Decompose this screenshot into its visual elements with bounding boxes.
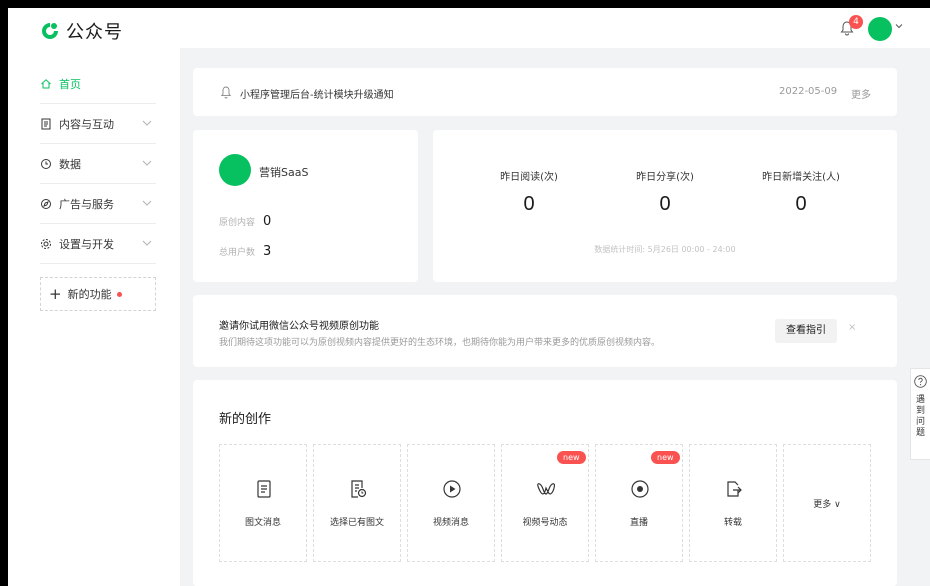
repost-tile[interactable]: 转载 (689, 444, 777, 562)
new-badge: new (651, 451, 680, 464)
chevron-down-icon (142, 240, 152, 246)
stat-value: 0 (795, 193, 807, 215)
article-icon (257, 480, 271, 498)
chevron-down-icon (142, 160, 152, 166)
view-guide-button[interactable]: 查看指引 (775, 319, 837, 343)
help-float-button[interactable]: 遇到问题 (910, 368, 930, 460)
stats-footnote: 数据统计时间: 5月26日 00:00 - 24:00 (594, 245, 736, 254)
sidebar-item-label: 广告与服务 (59, 197, 114, 211)
total-users-label: 总用户数 (219, 248, 256, 258)
notice-title-link[interactable]: 小程序管理后台-统计模块升级通知 (240, 86, 394, 101)
sidebar-item-label: 内容与互动 (59, 117, 114, 131)
invite-description: 我们期待这项功能可以为原创视频内容提供更好的生态环境，也期待你能为用户带来更多的… (219, 338, 661, 348)
new-creation-card: 新的创作 图文消息 选择已有图文 视频消息 new 视频号动态 new 直播 转… (193, 380, 897, 586)
sidebar-item-label: 首页 (59, 77, 81, 91)
chevron-down-icon[interactable] (895, 22, 903, 30)
app-window: 公众号 4 首页 内容与互动 数据 广告与服务 设置与开发 + 新的功能 小程序… (8, 8, 930, 586)
sidebar-item-settings[interactable]: 设置与开发 (40, 224, 156, 264)
original-content-value: 0 (263, 214, 272, 229)
red-dot-badge (116, 291, 122, 297)
create-article-tile[interactable]: 图文消息 (219, 444, 307, 562)
original-content-row: 原创内容 0 (219, 214, 271, 229)
top-bar: 公众号 4 (8, 8, 930, 48)
new-badge: new (557, 451, 586, 464)
notification-badge: 4 (849, 15, 863, 29)
stat-shares: 昨日分享(次) 0 (590, 168, 740, 216)
total-users-value: 3 (263, 244, 272, 259)
clock-icon (41, 158, 51, 169)
original-content-label: 原创内容 (219, 218, 256, 228)
stat-value: 0 (523, 193, 535, 215)
compass-icon (41, 198, 51, 209)
more-tile[interactable]: 更多 ∨ (783, 444, 871, 562)
home-icon (41, 78, 51, 88)
account-card: 营销SaaS 原创内容 0 总用户数 3 (193, 130, 418, 282)
live-icon (631, 480, 649, 498)
sidebar-item-content[interactable]: 内容与互动 (40, 104, 156, 144)
stat-new-followers: 昨日新增关注(人) 0 (726, 168, 876, 216)
brand-logo[interactable]: 公众号 (40, 18, 123, 44)
chevron-down-icon (142, 200, 152, 206)
stat-label: 昨日阅读(次) (500, 172, 558, 183)
total-users-row: 总用户数 3 (219, 244, 271, 259)
account-name: 营销SaaS (259, 166, 309, 179)
article-history-icon (351, 480, 367, 498)
gear-icon (41, 238, 51, 249)
channels-post-tile[interactable]: new 视频号动态 (501, 444, 589, 562)
tile-label: 图文消息 (244, 518, 281, 528)
section-title: 新的创作 (219, 412, 272, 427)
tile-label: 视频号动态 (522, 518, 568, 528)
sidebar-item-home[interactable]: 首页 (40, 64, 156, 104)
sidebar-item-label: 数据 (59, 157, 81, 171)
chevron-down-icon (142, 120, 152, 126)
document-icon (41, 118, 51, 129)
stat-value: 0 (659, 193, 671, 215)
sidebar-item-data[interactable]: 数据 (40, 144, 156, 184)
play-icon (443, 480, 461, 498)
plus-icon: + (49, 284, 62, 303)
stats-card: 昨日阅读(次) 0 昨日分享(次) 0 昨日新增关注(人) 0 数据统计时间: … (433, 130, 897, 282)
user-avatar[interactable] (868, 17, 892, 41)
question-circle-icon (914, 375, 927, 388)
live-stream-tile[interactable]: new 直播 (595, 444, 683, 562)
help-label: 遇到问题 (916, 395, 926, 438)
new-feature-button[interactable]: + 新的功能 (40, 277, 156, 311)
more-label: 更多 ∨ (813, 500, 841, 510)
notice-bell-icon (220, 86, 232, 99)
sidebar-item-ads[interactable]: 广告与服务 (40, 184, 156, 224)
notice-more-link[interactable]: 更多 (851, 86, 871, 101)
stat-label: 昨日分享(次) (636, 172, 694, 183)
invite-title: 邀请你试用微信公众号视频原创功能 (219, 321, 379, 332)
select-existing-article-tile[interactable]: 选择已有图文 (313, 444, 401, 562)
sidebar: 首页 内容与互动 数据 广告与服务 设置与开发 + 新的功能 (8, 48, 180, 586)
invite-banner: 邀请你试用微信公众号视频原创功能 我们期待这项功能可以为原创视频内容提供更好的生… (193, 295, 897, 367)
wechat-official-logo-icon (42, 23, 58, 39)
notice-date: 2022-05-09 (779, 86, 838, 97)
close-icon[interactable]: × (848, 322, 856, 333)
stat-reads: 昨日阅读(次) 0 (454, 168, 604, 216)
brand-name: 公众号 (66, 22, 123, 43)
account-avatar[interactable] (219, 154, 251, 186)
tile-label: 视频消息 (432, 518, 469, 528)
new-feature-label: 新的功能 (67, 288, 112, 301)
tile-label: 转载 (723, 518, 742, 528)
channels-icon (537, 483, 556, 495)
stat-label: 昨日新增关注(人) (762, 172, 840, 183)
notice-bar: 小程序管理后台-统计模块升级通知 2022-05-09 更多 (193, 68, 897, 116)
video-message-tile[interactable]: 视频消息 (407, 444, 495, 562)
repost-icon (727, 481, 742, 497)
tile-label: 直播 (629, 518, 648, 528)
tile-label: 选择已有图文 (329, 518, 384, 528)
sidebar-item-label: 设置与开发 (59, 237, 114, 251)
